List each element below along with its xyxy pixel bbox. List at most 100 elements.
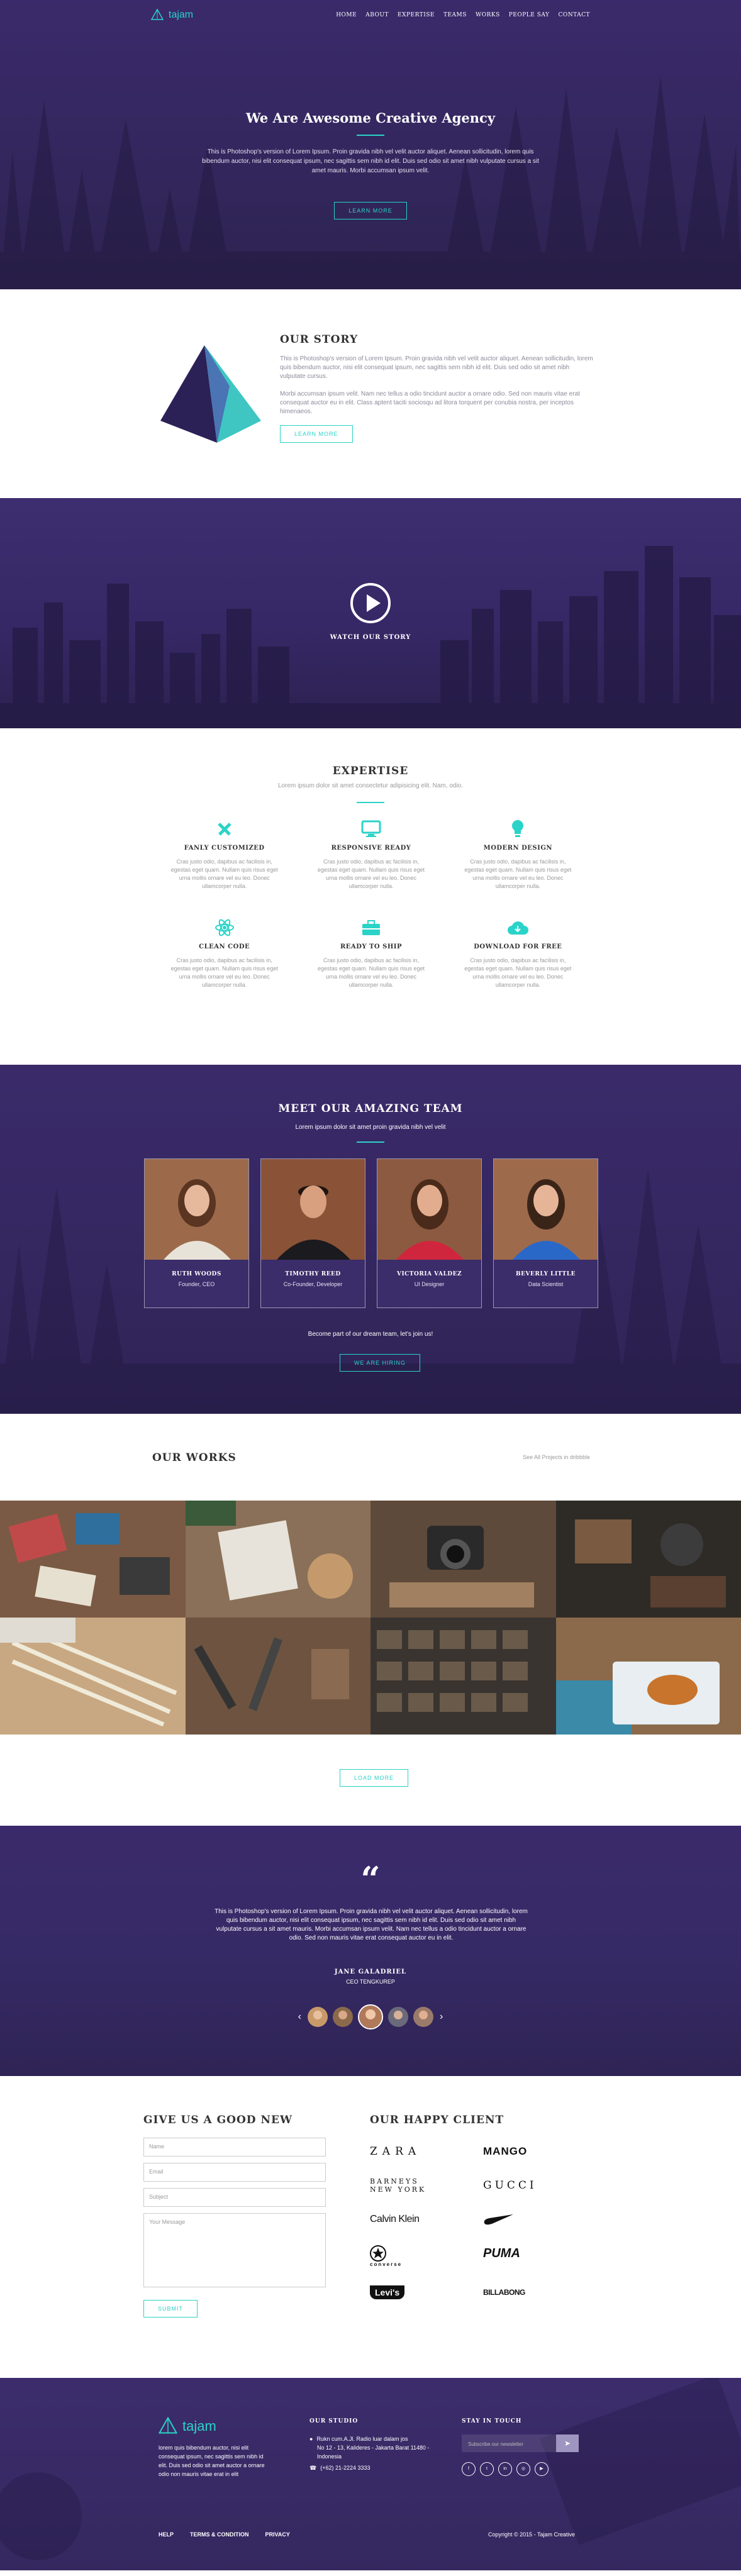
workspace-background <box>0 2378 741 2560</box>
story-paragraph-1: This is Photoshop's version of Lorem Ips… <box>280 355 593 380</box>
pyramid-illustration <box>160 345 261 443</box>
expertise-item-title: DOWNLOAD FOR FREE <box>474 943 562 950</box>
youtube-icon[interactable]: ▶ <box>535 2462 549 2476</box>
chevron-right-icon[interactable]: › <box>438 2011 444 2023</box>
story-learn-more-button[interactable]: LEARN MORE <box>280 425 353 443</box>
nav-contact[interactable]: CONTACT <box>558 12 590 18</box>
footer-links: HELP TERMS & CONDITION PRIVACY <box>159 2531 290 2538</box>
contact-form: GIVE US A GOOD NEW Name Email Subject Yo… <box>143 2114 326 2318</box>
video-section: WATCH OUR STORY <box>0 498 741 728</box>
footer-logo-text: tajam <box>182 2418 216 2434</box>
hiring-button[interactable]: WE ARE HIRING <box>340 1354 421 1372</box>
address-line-1: Rukn cum.A.Jl. Radio luar dalam jos <box>316 2436 408 2442</box>
touch-title: STAY IN TOUCH <box>462 2418 522 2424</box>
footer-about-text: lorem quis bibendum auctor, nisi elit co… <box>159 2445 265 2477</box>
expertise-item: READY TO SHIP Cras justo odio, dapibus a… <box>298 917 444 989</box>
footer: tajam lorem quis bibendum auctor, nisi e… <box>0 2378 741 2570</box>
play-video-button[interactable] <box>350 583 391 623</box>
levis-text: Levi's <box>370 2285 405 2299</box>
terms-link[interactable]: TERMS & CONDITION <box>190 2531 249 2538</box>
team-section: MEET OUR AMAZING TEAM Lorem ipsum dolor … <box>0 1065 741 1414</box>
portfolio-item[interactable] <box>0 1501 186 1618</box>
privacy-link[interactable]: PRIVACY <box>265 2531 290 2538</box>
help-link[interactable]: HELP <box>159 2531 174 2538</box>
expertise-item-title: CLEAN CODE <box>199 943 250 950</box>
submit-button[interactable]: SUBMIT <box>143 2300 198 2318</box>
testimonial-section: “ This is Photoshop's version of Lorem I… <box>0 1826 741 2076</box>
expertise-item-text: Cras justo odio, dapibus ac facilisis in… <box>170 858 278 889</box>
nav-about[interactable]: ABOUT <box>365 12 389 18</box>
phone-icon: ☎ <box>309 2465 317 2471</box>
story-section: OUR STORY This is Photoshop's version of… <box>0 289 741 498</box>
send-button[interactable]: ➤ <box>556 2434 579 2452</box>
member-photo <box>494 1159 598 1260</box>
avatar[interactable] <box>388 2007 408 2027</box>
footer-logo[interactable]: tajam <box>159 2417 272 2436</box>
nav-people-say[interactable]: PEOPLE SAY <box>509 12 550 18</box>
member-role: Co-Founder, Developer <box>283 1281 343 1287</box>
expertise-item: FANLY CUSTOMIZED Cras justo odio, dapibu… <box>151 818 298 891</box>
portfolio-grid <box>0 1501 741 1735</box>
portfolio-item[interactable] <box>185 1501 370 1618</box>
gucci-logo: GUCCI <box>483 2179 537 2192</box>
portfolio-item[interactable] <box>370 1501 556 1618</box>
instagram-icon[interactable]: ◎ <box>516 2462 530 2476</box>
nav-expertise[interactable]: EXPERTISE <box>398 12 435 18</box>
team-subtitle: Lorem ipsum dolor sit amet proin gravida… <box>295 1124 446 1131</box>
member-role: Founder, CEO <box>178 1281 215 1287</box>
hiring-text: Become part of our dream team, let's joi… <box>308 1331 433 1338</box>
avatar-active[interactable] <box>358 2004 383 2029</box>
nav-teams[interactable]: TEAMS <box>443 12 467 18</box>
team-member-card[interactable]: VICTORIA VALDEZ UI Designer <box>377 1158 482 1308</box>
barneys-logo: BARNEYS NEW YORK <box>370 2177 426 2194</box>
message-field[interactable]: Your Message <box>143 2213 326 2287</box>
nav-home[interactable]: HOME <box>336 12 357 18</box>
team-member-card[interactable]: TIMOTHY REED Co-Founder, Developer <box>260 1158 365 1308</box>
calvin-klein-logo: Calvin Klein <box>370 2214 420 2224</box>
member-photo <box>261 1159 365 1260</box>
dribbble-link[interactable]: See All Projects in dribbble <box>523 1454 590 1460</box>
lightbulb-icon <box>464 818 572 840</box>
team-member-card[interactable]: RUTH WOODS Founder, CEO <box>144 1158 249 1308</box>
expertise-grid: FANLY CUSTOMIZED Cras justo odio, dapibu… <box>151 818 591 989</box>
expertise-item: DOWNLOAD FOR FREE Cras justo odio, dapib… <box>445 917 591 989</box>
story-text: OUR STORY This is Photoshop's version of… <box>280 333 594 443</box>
linkedin-icon[interactable]: in <box>498 2462 512 2476</box>
client-logos: ZARA MANGO BARNEYS NEW YORK GUCCI Calvin… <box>370 2140 596 2304</box>
member-info: RUTH WOODS Founder, CEO <box>145 1260 248 1287</box>
portfolio-item[interactable] <box>185 1618 370 1735</box>
hero-learn-more-button[interactable]: LEARN MORE <box>334 202 407 219</box>
converse-text: converse <box>370 2261 403 2267</box>
chevron-left-icon[interactable]: ‹ <box>297 2011 303 2023</box>
pyramid-logo-icon <box>151 9 164 20</box>
portfolio-item[interactable] <box>0 1618 186 1735</box>
member-name: TIMOTHY REED <box>285 1271 341 1277</box>
nav-works[interactable]: WORKS <box>476 12 500 18</box>
member-name: RUTH WOODS <box>172 1271 221 1277</box>
avatar[interactable] <box>308 2007 328 2027</box>
social-links: f t in ◎ ▶ <box>462 2462 600 2476</box>
site-logo[interactable]: tajam <box>151 9 193 21</box>
portfolio-item[interactable] <box>370 1618 556 1735</box>
avatar[interactable] <box>413 2007 433 2027</box>
portfolio-item[interactable] <box>555 1618 741 1735</box>
load-more-button[interactable]: LOAD MORE <box>340 1769 409 1787</box>
footer-about: tajam lorem quis bibendum auctor, nisi e… <box>159 2417 272 2479</box>
newsletter-input[interactable]: Subscribe our newsletter <box>462 2434 556 2452</box>
team-member-card[interactable]: BEVERLY LITTLE Data Scientist <box>493 1158 598 1308</box>
expertise-item: MODERN DESIGN Cras justo odio, dapibus a… <box>445 818 591 891</box>
testimonial-name: JANE GALADRIEL <box>334 1968 407 1975</box>
address-line-2: No 12 - 13, Kalideres - Jakarta Barat 11… <box>317 2445 430 2460</box>
subject-field[interactable]: Subject <box>143 2188 326 2207</box>
billabong-logo: BILLABONG <box>483 2288 525 2297</box>
avatar[interactable] <box>333 2007 353 2027</box>
clients: OUR HAPPY CLIENT ZARA MANGO BARNEYS NEW … <box>370 2114 596 2304</box>
hero-section: tajam HOME ABOUT EXPERTISE TEAMS WORKS P… <box>0 0 741 289</box>
facebook-icon[interactable]: f <box>462 2462 476 2476</box>
expertise-subtitle: Lorem ipsum dolor sit amet consectetur a… <box>277 782 464 789</box>
studio-title: OUR STUDIO <box>309 2418 359 2424</box>
portfolio-item[interactable] <box>555 1501 741 1618</box>
email-field[interactable]: Email <box>143 2163 326 2182</box>
twitter-icon[interactable]: t <box>480 2462 494 2476</box>
name-field[interactable]: Name <box>143 2138 326 2157</box>
